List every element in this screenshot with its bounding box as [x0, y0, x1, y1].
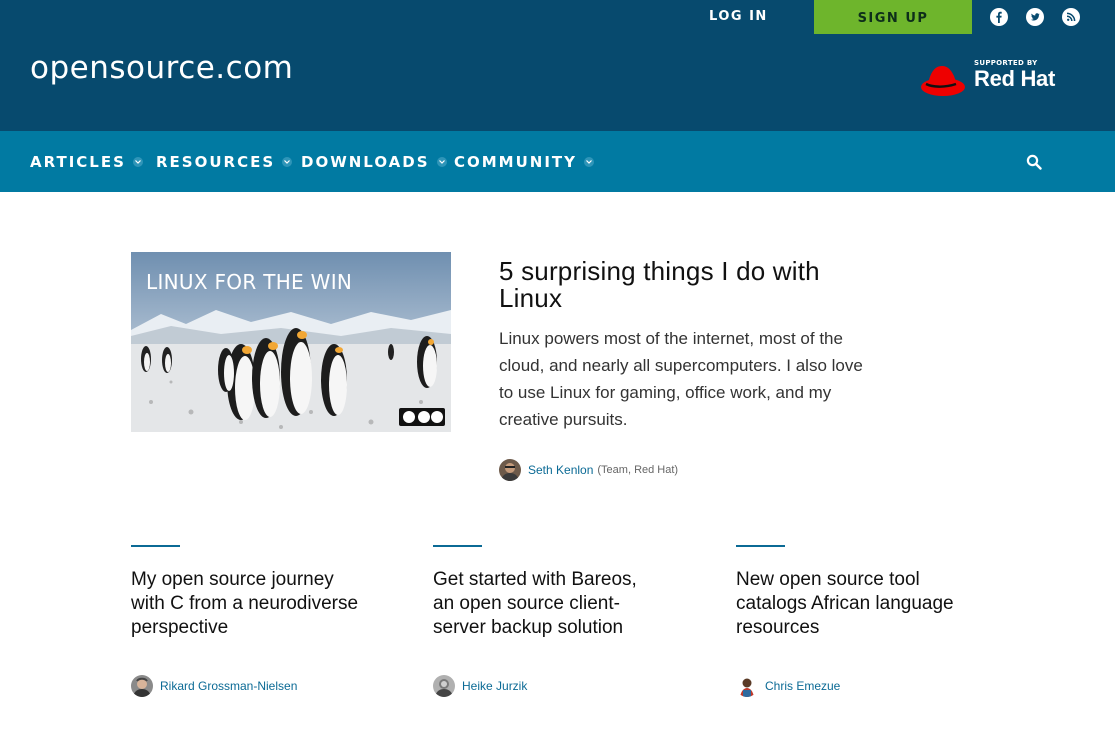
featured-title[interactable]: 5 surprising things I do with Linux	[499, 258, 879, 312]
login-link[interactable]: LOG IN	[709, 8, 768, 26]
avatar	[736, 675, 758, 697]
facebook-icon[interactable]	[990, 8, 1008, 26]
avatar	[499, 459, 521, 481]
card-author: Heike Jurzik	[433, 675, 527, 697]
main-nav: ARTICLES RESOURCES DOWNLOADS COMMUNITY	[0, 131, 1115, 192]
card-title[interactable]: Get started with Bareos, an open source …	[433, 568, 663, 640]
chevron-down-icon	[436, 157, 447, 167]
card-author: Rikard Grossman-Nielsen	[131, 675, 297, 697]
nav-articles[interactable]: ARTICLES	[30, 153, 143, 171]
avatar	[433, 675, 455, 697]
chevron-down-icon	[132, 157, 143, 167]
nav-label: ARTICLES	[30, 153, 126, 171]
author-meta: (Team, Red Hat)	[597, 464, 679, 476]
card-author: Chris Emezue	[736, 675, 840, 697]
twitter-icon[interactable]	[1026, 8, 1044, 26]
featured-image[interactable]: LINUX FOR THE WIN	[131, 252, 451, 432]
author-name[interactable]: Chris Emezue	[765, 679, 840, 693]
site-logo[interactable]: opensource.com	[30, 50, 293, 86]
redhat-logo-icon	[921, 66, 965, 96]
card-title[interactable]: New open source tool catalogs African la…	[736, 568, 966, 640]
avatar	[131, 675, 153, 697]
nav-resources[interactable]: RESOURCES	[156, 153, 293, 171]
nav-label: COMMUNITY	[454, 153, 578, 171]
rss-icon[interactable]	[1062, 8, 1080, 26]
nav-label: RESOURCES	[156, 153, 276, 171]
signup-button[interactable]: SIGN UP	[814, 0, 972, 34]
featured-image-caption: LINUX FOR THE WIN	[146, 270, 353, 294]
site-header: opensource.com LOG IN SIGN UP SUPPORTED …	[0, 0, 1115, 131]
featured-author: Seth Kenlon (Team, Red Hat)	[499, 459, 678, 481]
search-icon[interactable]	[1026, 154, 1042, 170]
featured-description: Linux powers most of the internet, most …	[499, 329, 863, 429]
nav-downloads[interactable]: DOWNLOADS	[301, 153, 447, 171]
author-name[interactable]: Seth Kenlon	[528, 463, 593, 477]
author-name[interactable]: Rikard Grossman-Nielsen	[160, 679, 297, 693]
chevron-down-icon	[282, 157, 293, 167]
card-divider	[131, 545, 180, 547]
card-divider	[433, 545, 482, 547]
author-name[interactable]: Heike Jurzik	[462, 679, 527, 693]
nav-community[interactable]: COMMUNITY	[454, 153, 595, 171]
card-divider	[736, 545, 785, 547]
nav-label: DOWNLOADS	[301, 153, 430, 171]
chevron-down-icon	[584, 157, 595, 167]
redhat-name[interactable]: Red Hat	[974, 66, 1055, 92]
card-title[interactable]: My open source journey with C from a neu…	[131, 568, 361, 640]
